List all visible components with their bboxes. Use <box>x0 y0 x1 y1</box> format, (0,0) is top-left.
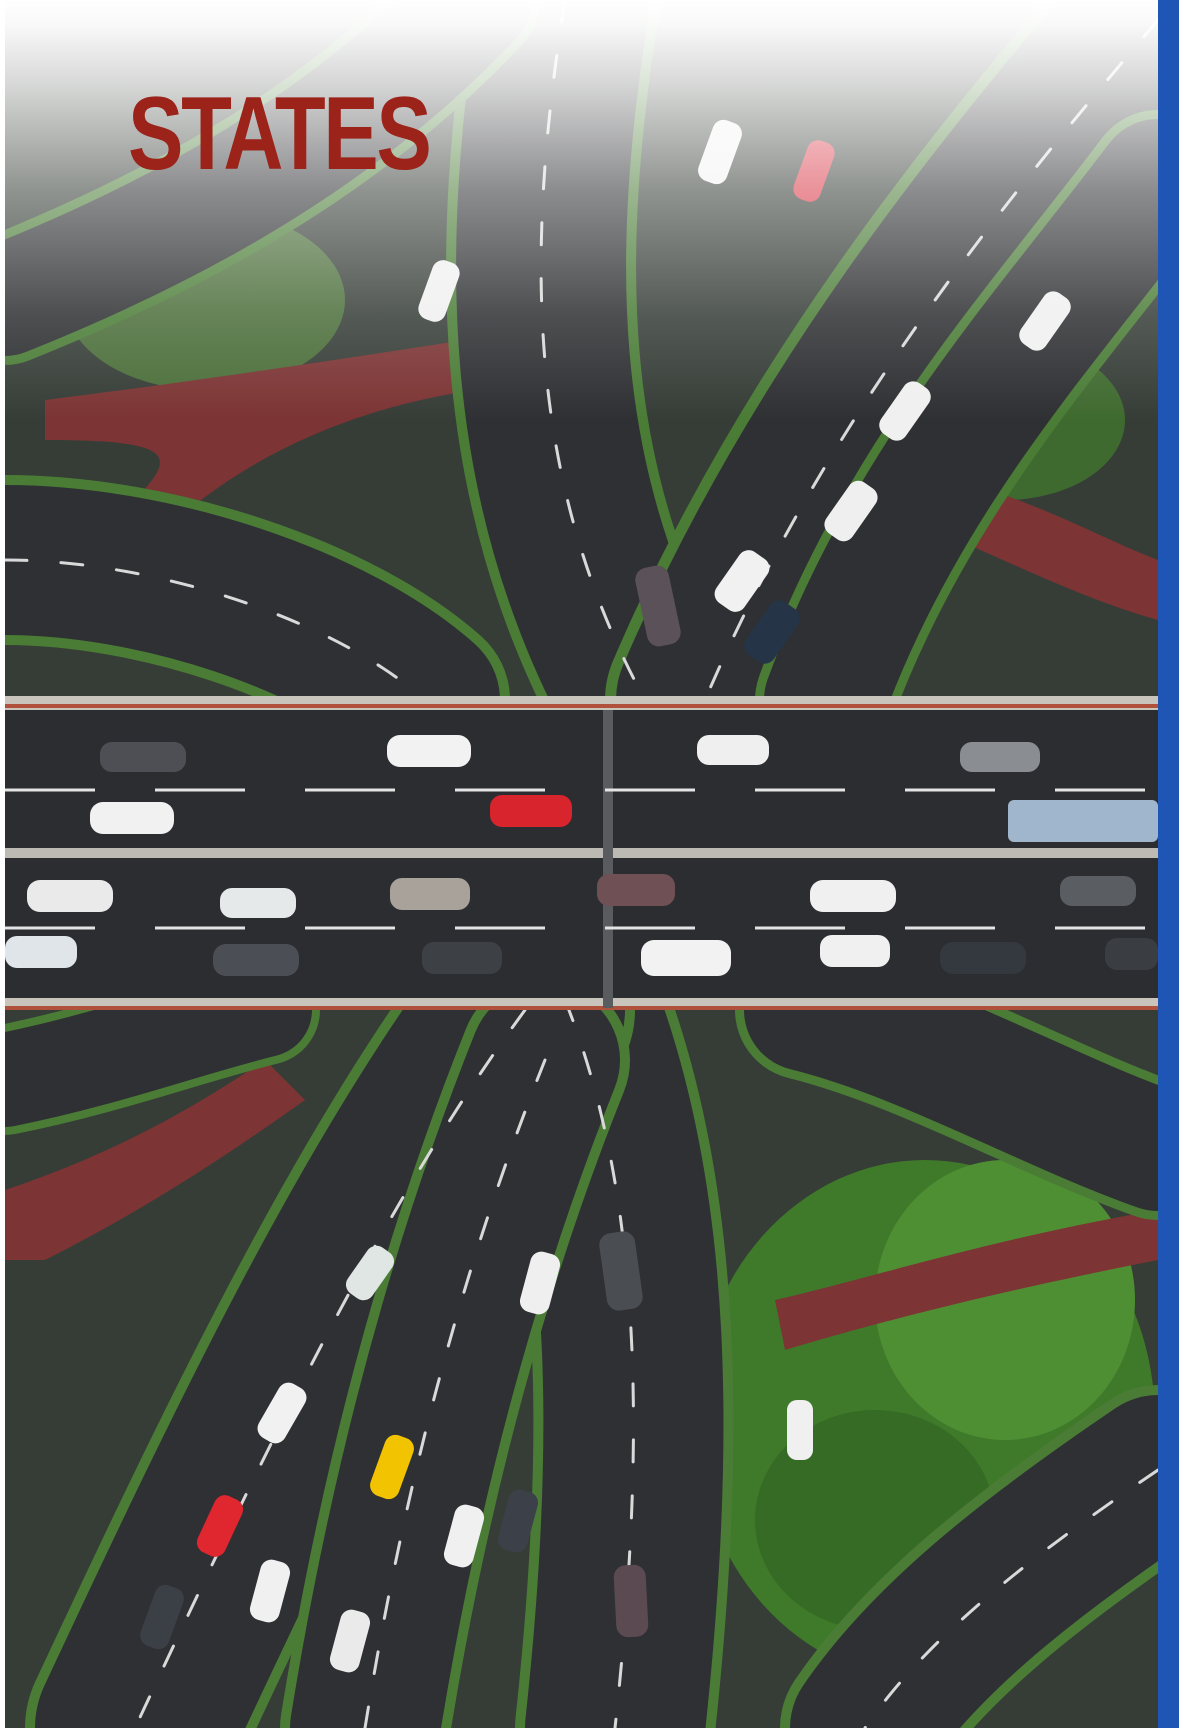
highway-interchange-illustration <box>5 0 1158 1728</box>
cover-page: STATES <box>0 0 1179 1728</box>
highway-interchange-photo: STATES <box>5 0 1158 1728</box>
accent-band <box>1158 0 1179 1728</box>
page-title: STATES <box>128 76 432 192</box>
